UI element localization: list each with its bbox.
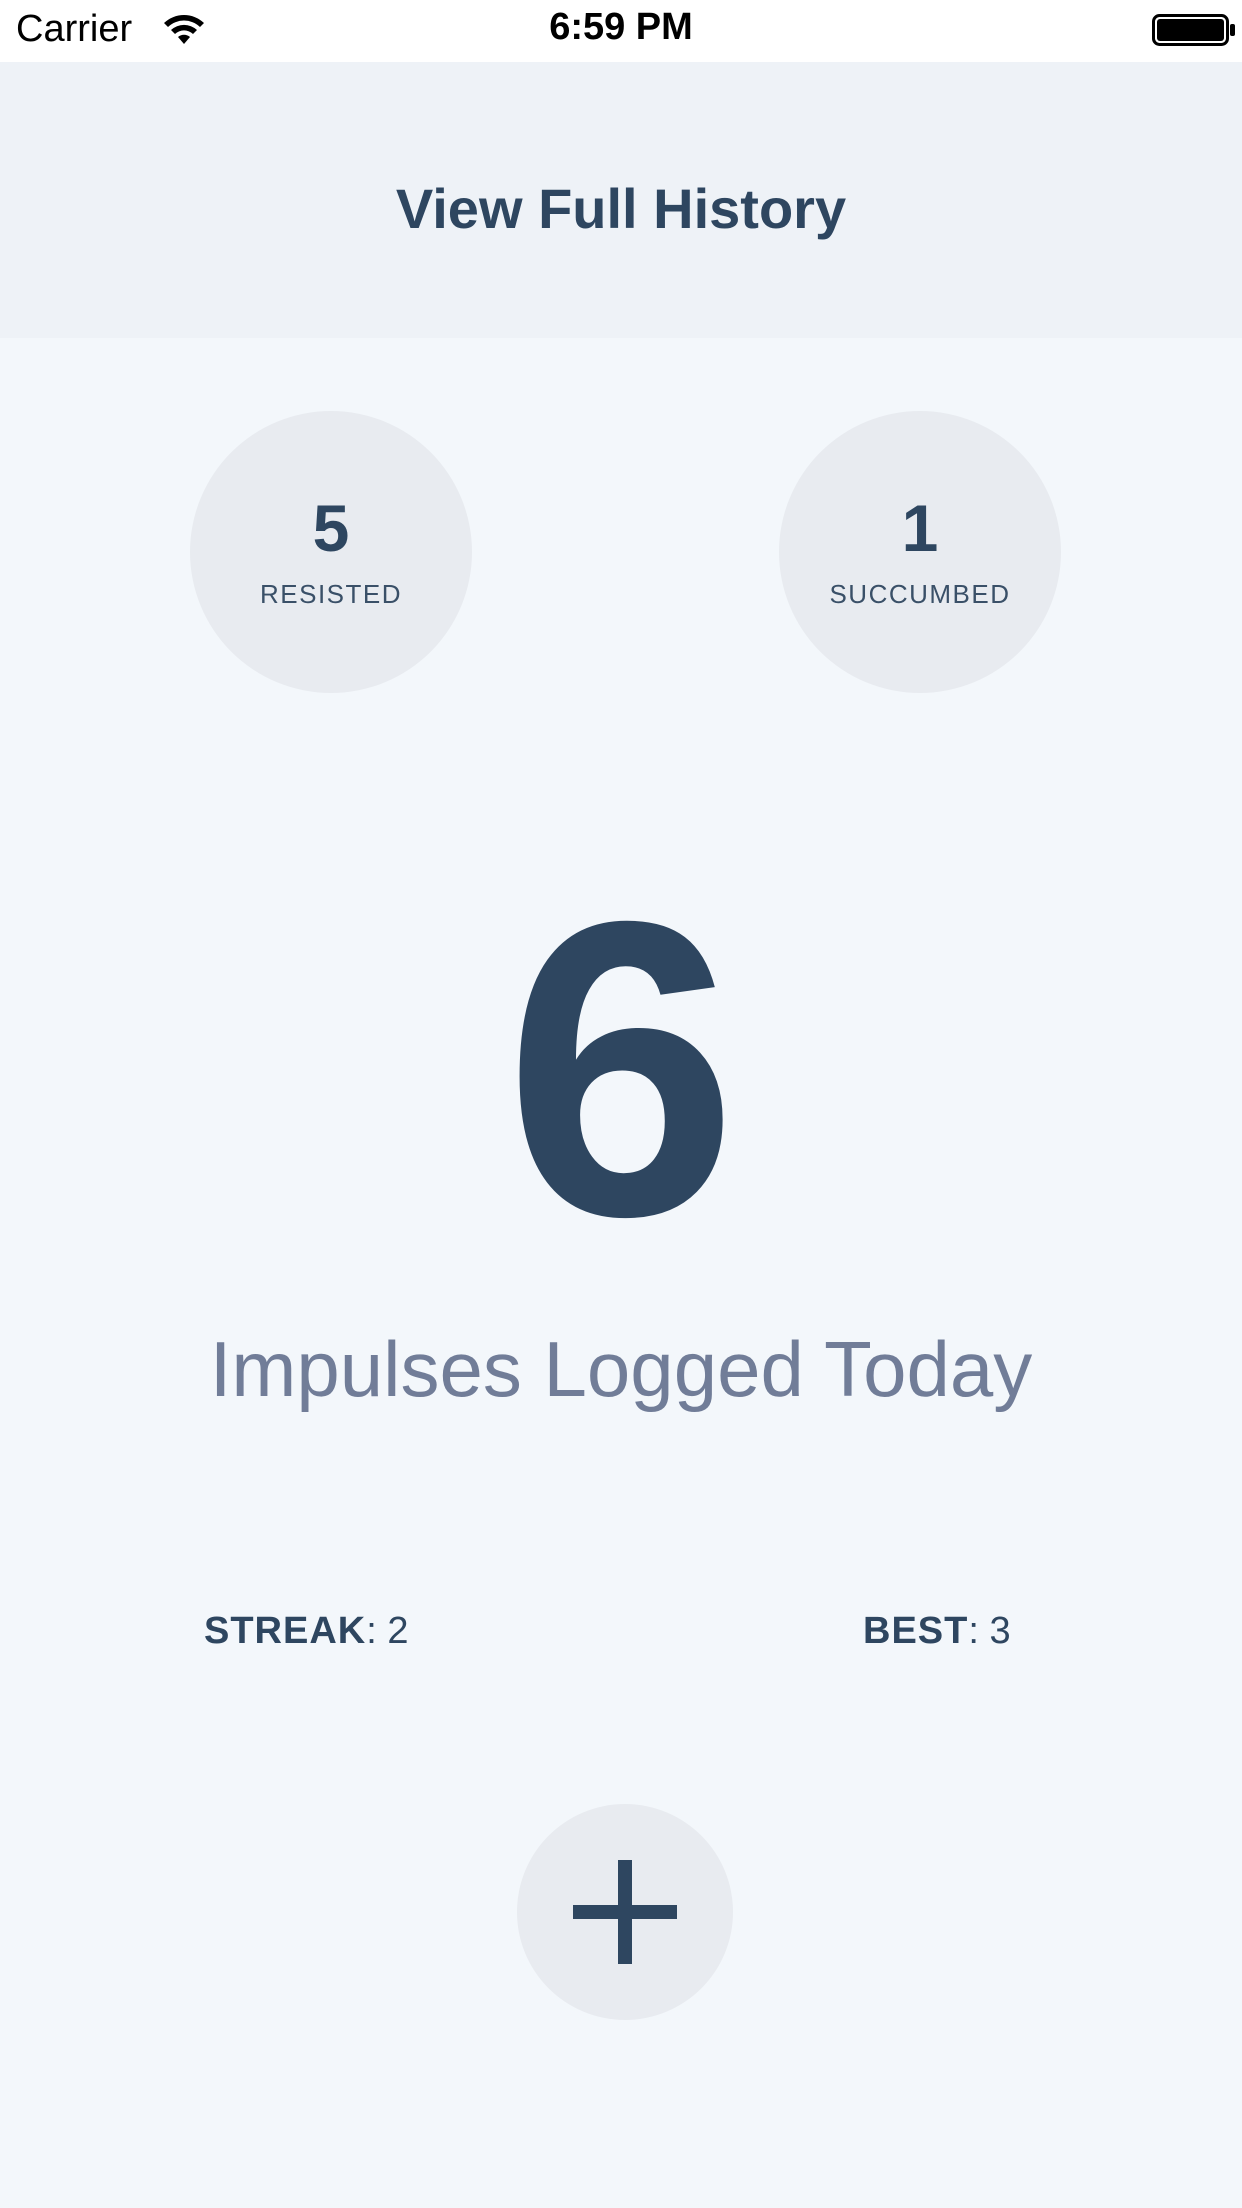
add-impulse-button[interactable] xyxy=(517,1804,733,2020)
view-full-history-button[interactable]: View Full History xyxy=(371,163,871,253)
succumbed-label: SUCCUMBED xyxy=(829,579,1011,609)
succumbed-count: 1 xyxy=(901,491,939,565)
total-impulses-caption: Impulses Logged Today xyxy=(209,1325,1033,1413)
battery-icon xyxy=(1152,14,1235,46)
total-impulses-count: 6 xyxy=(504,835,738,1304)
status-time: 6:59 PM xyxy=(549,6,693,48)
resisted-stat[interactable]: 5 RESISTED xyxy=(190,411,472,693)
streak-value: : 2 xyxy=(366,1610,409,1652)
status-bar: Carrier 6:59 PM xyxy=(0,0,1242,62)
streak-key: STREAK xyxy=(204,1610,367,1652)
app-screen: Carrier 6:59 PM View Full History 5 RESI… xyxy=(0,0,1242,2208)
resisted-count: 5 xyxy=(312,491,350,565)
plus-icon xyxy=(573,1860,677,1964)
best-value: : 3 xyxy=(968,1610,1011,1652)
resisted-label: RESISTED xyxy=(259,579,403,609)
succumbed-stat[interactable]: 1 SUCCUMBED xyxy=(779,411,1061,693)
best-streak: BEST: 3 xyxy=(863,1612,1011,1650)
header-bar: View Full History xyxy=(0,62,1242,338)
best-key: BEST xyxy=(863,1610,969,1652)
current-streak: STREAK: 2 xyxy=(204,1612,408,1650)
